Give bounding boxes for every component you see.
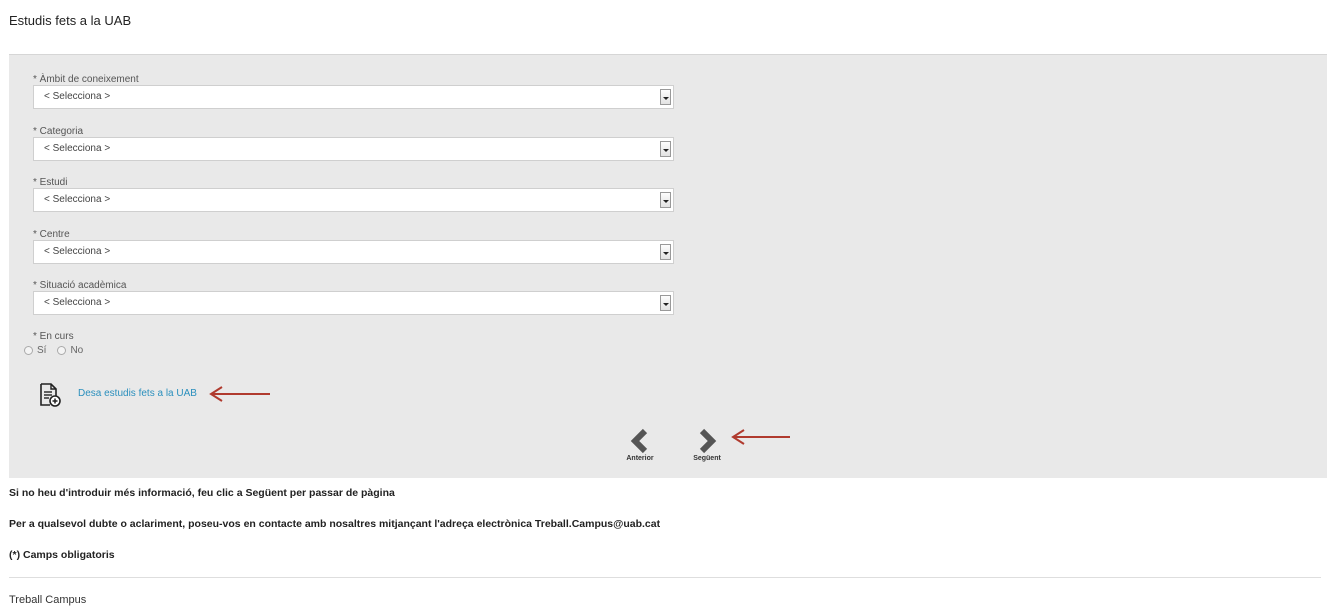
field-label-estudi: * Estudi (33, 177, 68, 188)
select-centre-value: < Selecciona > (44, 246, 111, 257)
select-estudi-value: < Selecciona > (44, 194, 111, 205)
chevron-down-icon[interactable] (660, 89, 671, 105)
previous-label: Anterior (626, 455, 654, 462)
page-title: Estudis fets a la UAB (9, 13, 132, 28)
chevron-down-icon[interactable] (660, 141, 671, 157)
field-label-en-curs: * En curs (33, 331, 74, 342)
save-studies-link[interactable]: Desa estudis fets a la UAB (78, 388, 197, 399)
select-ambit[interactable]: < Selecciona > (33, 85, 674, 109)
chevron-down-icon[interactable] (660, 192, 671, 208)
previous-button[interactable]: Anterior (614, 428, 666, 468)
radio-no[interactable] (57, 346, 67, 355)
chevron-down-icon[interactable] (660, 244, 671, 260)
footer-text: Treball Campus (9, 594, 87, 606)
red-left-arrow-icon (731, 429, 790, 445)
radio-no-label[interactable]: No (70, 345, 83, 356)
chevron-left-icon (630, 428, 648, 454)
select-centre[interactable]: < Selecciona > (33, 240, 674, 264)
select-ambit-value: < Selecciona > (44, 91, 111, 102)
info-next-page: Si no heu d'introduir més informació, fe… (9, 487, 395, 499)
document-add-icon[interactable] (38, 383, 62, 407)
select-situacio[interactable]: < Selecciona > (33, 291, 674, 315)
radio-si-label[interactable]: Sí (37, 345, 46, 356)
required-fields-note: (*) Camps obligatoris (9, 549, 115, 561)
select-estudi[interactable]: < Selecciona > (33, 188, 674, 212)
field-label-ambit: * Àmbit de coneixement (33, 74, 139, 85)
field-label-categoria: * Categoria (33, 126, 84, 137)
info-contact: Per a qualsevol dubte o aclariment, pose… (9, 518, 661, 530)
chevron-right-icon (699, 428, 717, 454)
select-situacio-value: < Selecciona > (44, 297, 111, 308)
chevron-down-icon[interactable] (660, 295, 671, 311)
next-button[interactable]: Següent (681, 428, 733, 468)
radio-si[interactable] (24, 346, 33, 355)
field-label-situacio: * Situació acadèmica (33, 280, 127, 291)
form-panel: * Àmbit de coneixement < Selecciona > * … (9, 54, 1327, 478)
en-curs-radio-group: Sí No (24, 345, 94, 356)
select-categoria-value: < Selecciona > (44, 143, 111, 154)
divider (9, 577, 1321, 578)
next-label: Següent (693, 455, 721, 462)
field-label-centre: * Centre (33, 229, 70, 240)
select-categoria[interactable]: < Selecciona > (33, 137, 674, 161)
red-left-arrow-icon (209, 386, 270, 402)
